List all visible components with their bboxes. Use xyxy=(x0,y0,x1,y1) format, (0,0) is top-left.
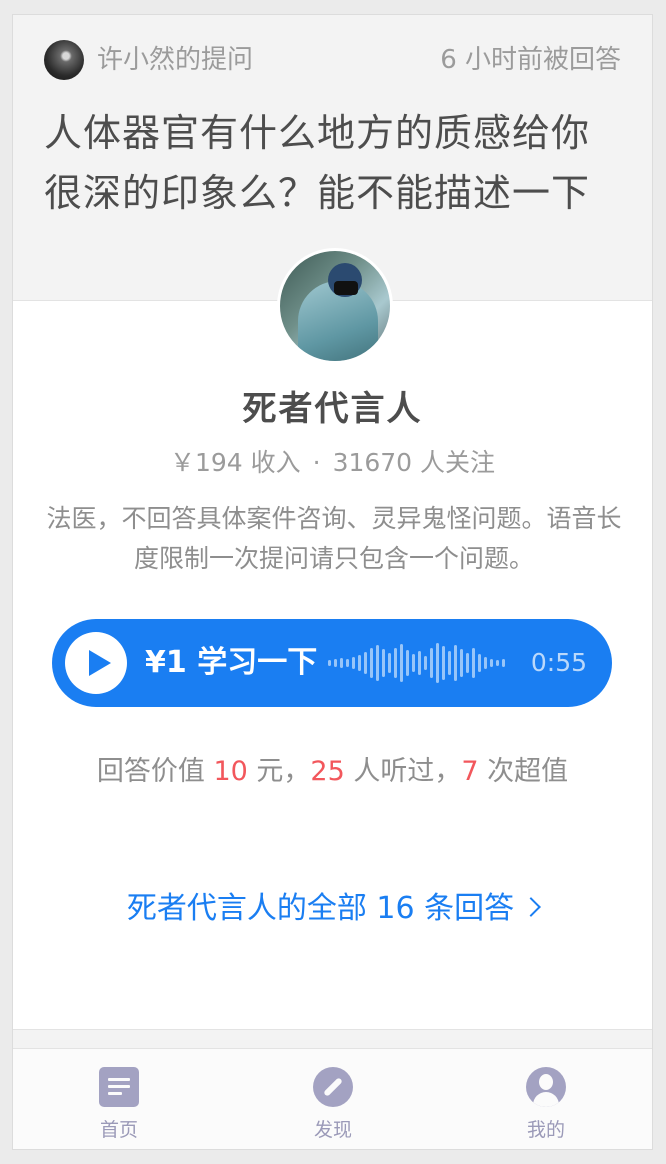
section-divider xyxy=(13,1029,652,1049)
followers-stat: 31670 人关注 xyxy=(332,448,496,477)
income-stat: ￥194 收入 xyxy=(169,448,301,477)
value-amount: 10 xyxy=(213,756,248,787)
value-prefix: 回答价值 xyxy=(96,756,205,787)
super-count: 7 xyxy=(461,756,479,787)
answerer-name[interactable]: 死者代言人 xyxy=(13,381,652,430)
answer-value-summary: 回答价值 10 元，25 人听过，7 次超值 xyxy=(13,749,652,788)
tab-home-label: 首页 xyxy=(99,1119,138,1141)
listener-count: 25 xyxy=(310,756,345,787)
super-unit: 次超值 xyxy=(487,756,569,787)
tab-profile[interactable]: 我的 xyxy=(486,1049,606,1149)
value-unit: 元， xyxy=(256,756,311,787)
audio-play-button[interactable]: ¥1 学习一下 0:55 xyxy=(52,619,612,707)
home-icon xyxy=(99,1067,139,1107)
asker-name[interactable]: 许小然的提问 xyxy=(97,42,253,78)
bottom-tab-bar: 首页 发现 我的 xyxy=(13,1049,652,1149)
waveform-icon xyxy=(328,639,510,687)
answerer-avatar[interactable] xyxy=(277,248,393,364)
audio-price-label: ¥1 学习一下 xyxy=(145,645,318,680)
app-frame: 许小然的提问 6 小时前被回答 人体器官有什么地方的质感给你很深的印象么？能不能… xyxy=(12,14,653,1150)
tab-discover[interactable]: 发现 xyxy=(273,1049,393,1149)
avatar-photo-mask xyxy=(334,281,358,295)
profile-icon xyxy=(526,1067,566,1107)
chevron-right-icon xyxy=(521,897,542,917)
tab-home[interactable]: 首页 xyxy=(59,1049,179,1149)
all-answers-label: 死者代言人的全部 16 条回答 xyxy=(126,891,515,926)
stats-separator: · xyxy=(312,448,321,477)
answered-time: 6 小时前被回答 xyxy=(440,45,621,75)
audio-duration: 0:55 xyxy=(530,648,587,677)
answerer-stats: ￥194 收入 · 31670 人关注 xyxy=(13,445,652,481)
question-text: 人体器官有什么地方的质感给你很深的印象么？能不能描述一下 xyxy=(44,111,591,215)
tab-profile-label: 我的 xyxy=(526,1119,565,1141)
listener-unit: 人听过， xyxy=(353,756,462,787)
asker-avatar[interactable] xyxy=(44,40,84,80)
play-icon xyxy=(65,632,127,694)
compass-icon xyxy=(313,1067,353,1107)
tab-discover-label: 发现 xyxy=(313,1119,352,1141)
answerer-bio: 法医，不回答具体案件咨询、灵异鬼怪问题。语音长度限制一次提问请只包含一个问题。 xyxy=(46,504,622,573)
all-answers-link[interactable]: 死者代言人的全部 16 条回答 xyxy=(13,883,652,927)
